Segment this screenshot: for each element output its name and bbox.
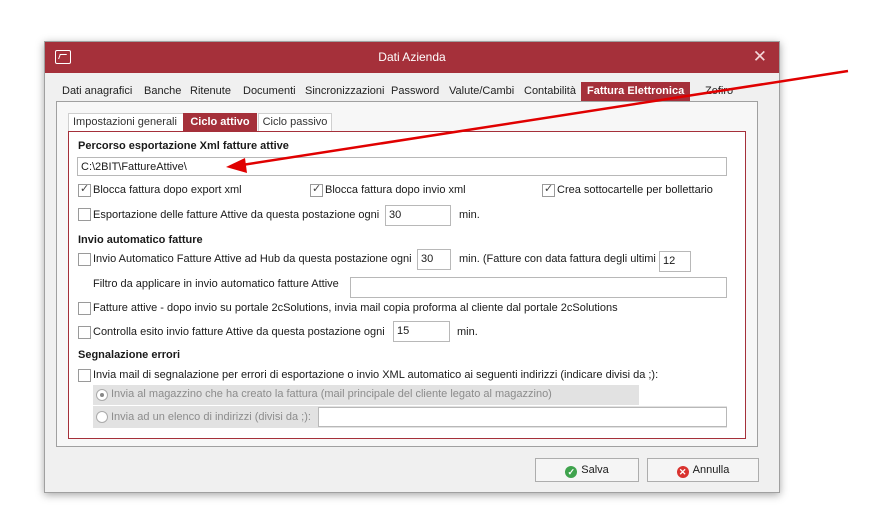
annotation-arrow-line	[241, 69, 849, 167]
annotation-arrow-head	[226, 158, 247, 173]
annotation-arrow	[226, 69, 849, 173]
